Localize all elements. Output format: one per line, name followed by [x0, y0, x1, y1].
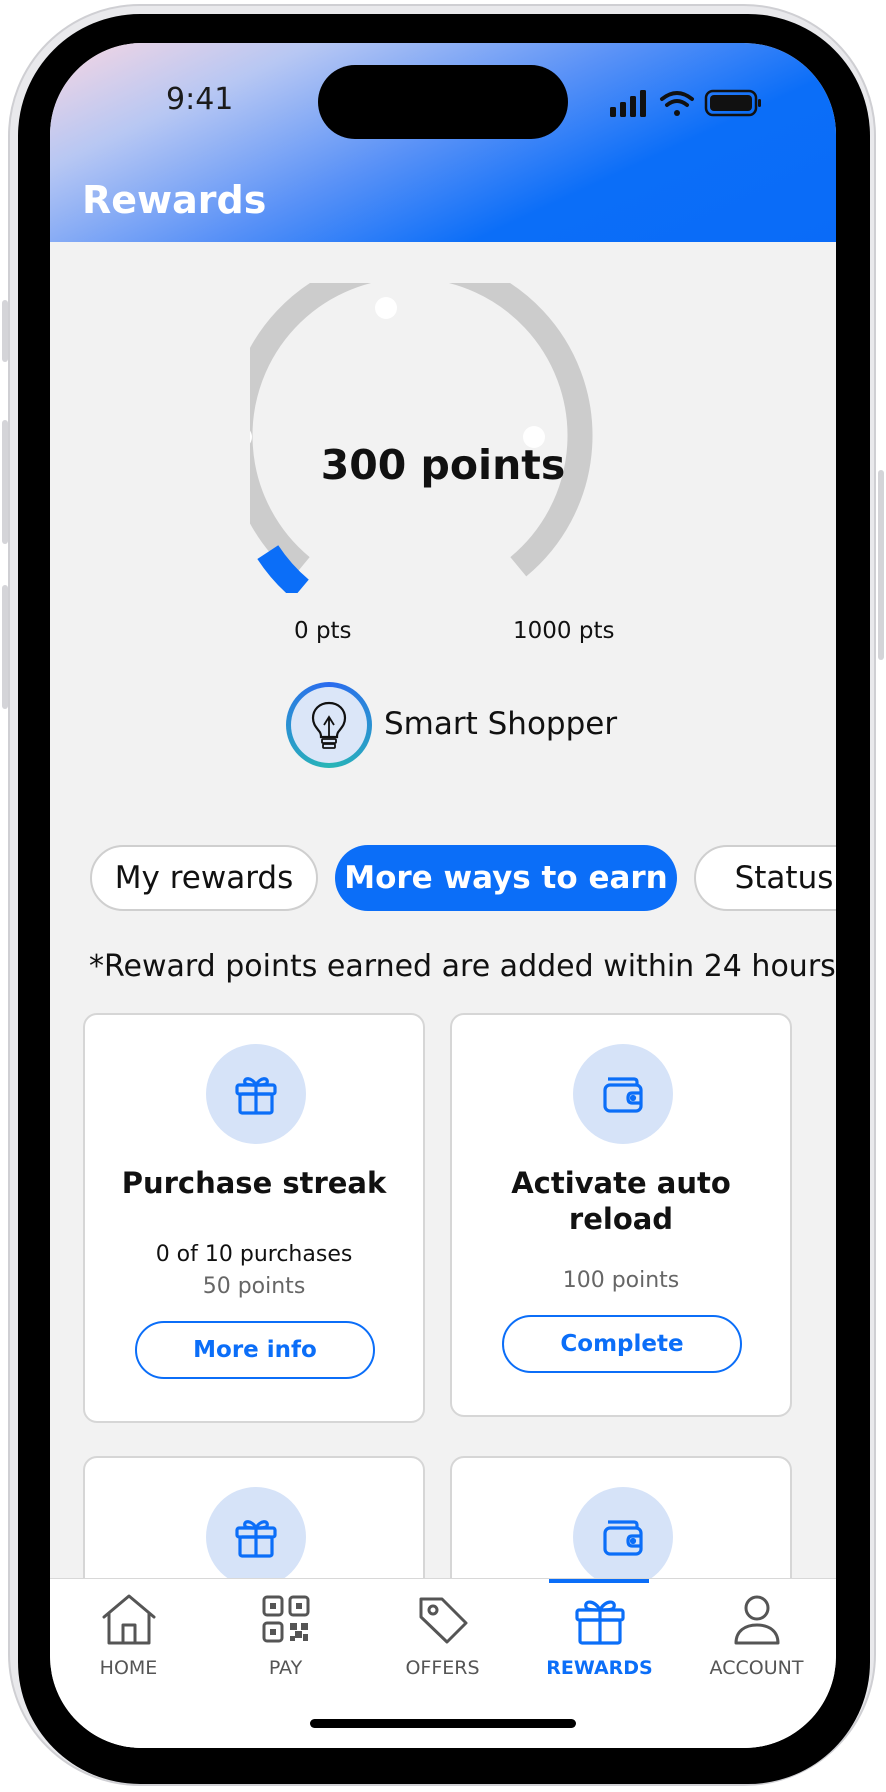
mute-switch	[2, 300, 8, 362]
nav-account[interactable]: ACCOUNT	[678, 1579, 835, 1689]
nav-offers[interactable]: OFFERS	[364, 1579, 521, 1689]
wallet-icon	[603, 1077, 643, 1113]
nav-label: ACCOUNT	[709, 1657, 804, 1679]
app-header: 9:41 Rewards	[50, 43, 836, 242]
gauge-min-label: 0 pts	[294, 618, 352, 644]
page-title: Rewards	[82, 178, 267, 222]
nav-rewards[interactable]: REWARDS	[521, 1579, 678, 1689]
card-progress: 0 of 10 purchases	[155, 1242, 353, 1267]
purchase-streak-card: Purchase streak 0 of 10 purchases 50 poi…	[83, 1013, 425, 1423]
status-badge-name: Smart Shopper	[384, 706, 618, 742]
card-points: 100 points	[562, 1268, 680, 1293]
wallet-icon	[603, 1520, 643, 1556]
cellular-signal-icon	[610, 90, 646, 117]
tab-status[interactable]: Status	[694, 845, 836, 911]
tab-more-ways-to-earn[interactable]: More ways to earn	[335, 845, 677, 911]
nav-label: REWARDS	[546, 1657, 653, 1679]
auto-reload-card: Activate auto reload 100 points Complete	[450, 1013, 792, 1417]
nav-label: OFFERS	[405, 1657, 480, 1679]
battery-icon	[704, 89, 761, 117]
points-total: 300 points	[320, 441, 566, 489]
gift-icon	[575, 1600, 625, 1645]
app-screen: 9:41 Rewards 300 points 0 pts 1000 pts S…	[50, 43, 836, 1748]
gauge-track	[250, 283, 593, 577]
volume-up-button	[2, 420, 8, 544]
card-title-line-2: reload	[568, 1202, 674, 1236]
nav-pay[interactable]: PAY	[207, 1579, 364, 1689]
card-points: 50 points	[202, 1274, 306, 1299]
points-gauge	[250, 283, 593, 593]
person-icon	[734, 1595, 780, 1645]
nav-label: HOME	[99, 1657, 158, 1679]
volume-down-button	[2, 585, 8, 709]
points-note: *Reward points earned are added within 2…	[89, 949, 836, 984]
nav-label: PAY	[268, 1657, 303, 1679]
home-icon	[102, 1594, 156, 1645]
more-info-button[interactable]: More info	[135, 1321, 375, 1379]
card-title: Purchase streak	[121, 1166, 387, 1200]
status-badge	[286, 682, 372, 768]
tab-my-rewards[interactable]: My rewards	[90, 845, 318, 911]
status-time: 9:41	[166, 82, 234, 117]
power-button	[878, 470, 884, 660]
gauge-max-label: 1000 pts	[513, 618, 615, 644]
gauge-milestone-top	[375, 297, 397, 319]
wifi-icon	[660, 91, 694, 116]
tag-icon	[419, 1597, 468, 1644]
gift-icon	[235, 1077, 277, 1115]
status-icons	[610, 89, 761, 117]
card-title-line-1: Activate auto	[511, 1166, 731, 1200]
card-title: Activate auto reload	[452, 1165, 790, 1237]
complete-button[interactable]: Complete	[502, 1315, 742, 1373]
qr-code-icon	[262, 1595, 310, 1643]
lightbulb-icon	[311, 701, 347, 749]
gift-icon	[235, 1520, 277, 1558]
home-indicator	[310, 1719, 576, 1728]
nav-home[interactable]: HOME	[50, 1579, 207, 1689]
dynamic-island	[318, 65, 568, 139]
